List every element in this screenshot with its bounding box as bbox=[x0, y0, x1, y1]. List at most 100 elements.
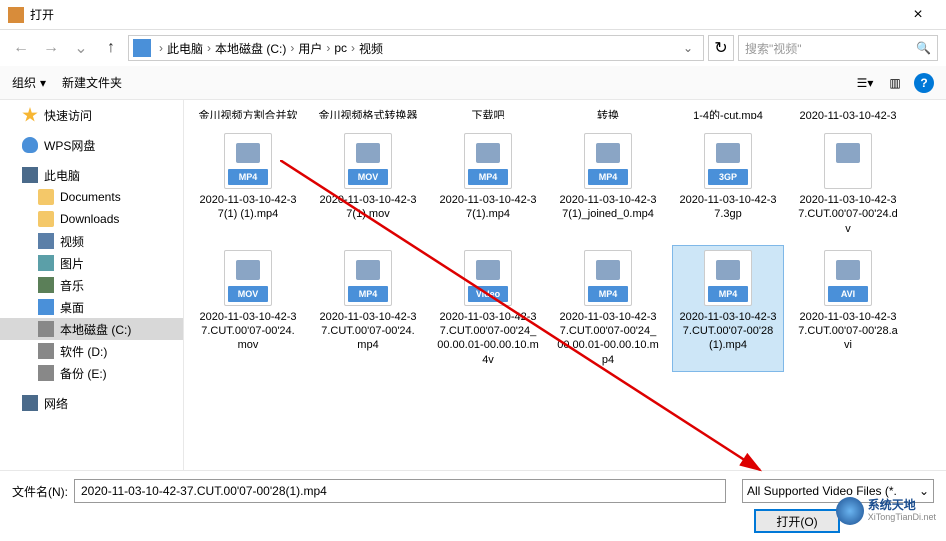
star-icon bbox=[22, 107, 38, 123]
file-name-label: 1-4的-cut.mp4 bbox=[677, 109, 779, 119]
breadcrumb-dropdown-icon[interactable]: ⌄ bbox=[677, 41, 699, 55]
breadcrumb-item[interactable]: pc bbox=[334, 41, 347, 55]
sidebar-item-label: 音乐 bbox=[60, 277, 84, 294]
desktop-icon bbox=[38, 299, 54, 315]
titlebar: 打开 × bbox=[0, 0, 946, 30]
file-item[interactable]: MP4 2020-11-03-10-42-37(1) (1).mp4 bbox=[192, 128, 304, 241]
breadcrumb-item[interactable]: 本地磁盘 (C:) bbox=[215, 40, 286, 57]
disk-icon bbox=[38, 343, 54, 359]
disk-icon bbox=[38, 321, 54, 337]
file-item[interactable]: 下载吧 bbox=[432, 104, 544, 124]
close-button[interactable]: × bbox=[898, 6, 938, 24]
view-options-button[interactable]: ☰▾ bbox=[854, 72, 876, 94]
sidebar-item-label: 视频 bbox=[60, 233, 84, 250]
file-item[interactable]: MP42020-11-03-10-42-37(1)_joined_0.mp4 bbox=[552, 128, 664, 241]
sidebar: 快速访问 WPS网盘此电脑DocumentsDownloads 视频图片音乐桌面本地… bbox=[0, 100, 184, 470]
organize-menu[interactable]: 组织 ▾ bbox=[12, 74, 46, 91]
filename-input[interactable] bbox=[74, 479, 726, 503]
sidebar-item[interactable]: 图片 bbox=[0, 252, 183, 274]
breadcrumb-item[interactable]: 此电脑 bbox=[167, 40, 203, 57]
file-icon: MP4 bbox=[220, 133, 276, 189]
sidebar-item[interactable]: 此电脑 bbox=[0, 164, 183, 186]
file-type-badge: Video bbox=[468, 286, 508, 302]
back-button[interactable]: ← bbox=[8, 35, 34, 61]
toolbar: 组织 ▾ 新建文件夹 ☰▾ ▥ ? bbox=[0, 66, 946, 100]
file-name-label: 2020-11-03-10-42-37.3gp bbox=[677, 193, 779, 222]
file-name-label: 转换 bbox=[557, 109, 659, 119]
file-item[interactable]: 转换 bbox=[552, 104, 664, 124]
sidebar-item[interactable]: 本地磁盘 (C:) bbox=[0, 318, 183, 340]
sidebar-item-label: 本地磁盘 (C:) bbox=[60, 321, 131, 338]
file-icon: Video bbox=[460, 250, 516, 306]
file-item[interactable]: 1-4的-cut.mp4 bbox=[672, 104, 784, 124]
search-input[interactable]: 搜索"视频" 🔍 bbox=[738, 35, 938, 61]
open-button[interactable]: 打开(O) bbox=[754, 509, 840, 533]
file-name-label: 2020-11-03-10-42-37.CUT.00'07-00'24_00.0… bbox=[557, 310, 659, 367]
sidebar-item[interactable]: 软件 (D:) bbox=[0, 340, 183, 362]
help-button[interactable]: ? bbox=[914, 73, 934, 93]
file-name-label: 2020-11-03-10-42-37(1) (1).avi bbox=[797, 109, 899, 119]
sidebar-item[interactable]: Downloads bbox=[0, 208, 183, 230]
search-icon[interactable]: 🔍 bbox=[916, 41, 931, 55]
file-name-label: 金川视频方割合并软件 bbox=[197, 109, 299, 119]
file-icon: 3GP bbox=[700, 133, 756, 189]
chevron-down-icon: ▾ bbox=[40, 76, 46, 90]
dropdown-history-button[interactable]: ⌄ bbox=[68, 35, 94, 61]
file-item[interactable]: MP42020-11-03-10-42-37.CUT.00'07-00'28(1… bbox=[672, 245, 784, 372]
file-item[interactable]: 金川视频格式转换器 bbox=[312, 104, 424, 124]
file-item[interactable]: 2020-11-03-10-42-37.CUT.00'07-00'24.dv bbox=[792, 128, 904, 241]
file-name-label: 2020-11-03-10-42-37.CUT.00'07-00'28.avi bbox=[797, 310, 899, 353]
file-type-badge: MP4 bbox=[588, 286, 628, 302]
file-name-label: 2020-11-03-10-42-37(1) (1).mp4 bbox=[197, 193, 299, 222]
video-icon bbox=[38, 233, 54, 249]
file-list: 金川视频方割合并软件 金川视频格式转换器下载吧 转换 1-4的-cut.mp4 2020… bbox=[184, 100, 946, 470]
file-name-label: 2020-11-03-10-42-37.CUT.00'07-00'24_00.0… bbox=[437, 310, 539, 367]
navigation-bar: ← → ⌄ ↑ › 此电脑 › 本地磁盘 (C:) › 用户 › pc › 视频… bbox=[0, 30, 946, 66]
preview-pane-button[interactable]: ▥ bbox=[884, 72, 906, 94]
up-button[interactable]: ↑ bbox=[98, 35, 124, 61]
sidebar-item-label: 网络 bbox=[44, 395, 68, 412]
file-item[interactable]: MP42020-11-03-10-42-37(1).mp4 bbox=[432, 128, 544, 241]
sidebar-item[interactable]: 备份 (E:) bbox=[0, 362, 183, 384]
sidebar-item[interactable]: 音乐 bbox=[0, 274, 183, 296]
file-icon: MP4 bbox=[340, 250, 396, 306]
sidebar-item[interactable]: 网络 bbox=[0, 392, 183, 414]
sidebar-item[interactable]: 视频 bbox=[0, 230, 183, 252]
file-item[interactable]: 2020-11-03-10-42-37(1) (1).avi bbox=[792, 104, 904, 124]
filename-label: 文件名(N): bbox=[12, 483, 68, 500]
file-item[interactable]: Video 2020-11-03-10-42-37.CUT.00'07-00'24… bbox=[432, 245, 544, 372]
breadcrumb[interactable]: › 此电脑 › 本地磁盘 (C:) › 用户 › pc › 视频 ⌄ bbox=[128, 35, 704, 61]
new-folder-button[interactable]: 新建文件夹 bbox=[62, 74, 122, 91]
sidebar-item[interactable]: 快速访问 bbox=[0, 104, 183, 126]
file-item[interactable]: 金川视频方割合并软件 bbox=[192, 104, 304, 124]
file-icon: MP4 bbox=[580, 250, 636, 306]
window-title: 打开 bbox=[30, 6, 898, 23]
file-item[interactable]: MP42020-11-03-10-42-37.CUT.00'07-00'24.m… bbox=[312, 245, 424, 372]
file-item[interactable]: MOV2020-11-03-10-42-37(1).mov bbox=[312, 128, 424, 241]
folder-icon bbox=[38, 189, 54, 205]
sidebar-item-label: 备份 (E:) bbox=[60, 365, 107, 382]
cloud-icon bbox=[22, 137, 38, 153]
file-item[interactable]: MOV2020-11-03-10-42-37.CUT.00'07-00'24.m… bbox=[192, 245, 304, 372]
file-item[interactable]: 3GP 2020-11-03-10-42-37.3gp bbox=[672, 128, 784, 241]
disk-icon bbox=[38, 365, 54, 381]
sidebar-item[interactable]: Documents bbox=[0, 186, 183, 208]
file-item[interactable]: AVI2020-11-03-10-42-37.CUT.00'07-00'28.a… bbox=[792, 245, 904, 372]
file-type-badge: MP4 bbox=[588, 169, 628, 185]
chevron-down-icon: ⌄ bbox=[919, 484, 929, 498]
refresh-button[interactable]: ↻ bbox=[708, 35, 734, 61]
sidebar-item[interactable]: WPS网盘 bbox=[0, 134, 183, 156]
breadcrumb-item[interactable]: 视频 bbox=[359, 40, 383, 57]
file-icon: AVI bbox=[820, 250, 876, 306]
file-type-badge: MP4 bbox=[228, 169, 268, 185]
watermark: 系统天地 XiTongTianDi.net bbox=[836, 497, 936, 525]
sidebar-item[interactable]: 桌面 bbox=[0, 296, 183, 318]
forward-button[interactable]: → bbox=[38, 35, 64, 61]
file-name-label: 2020-11-03-10-42-37.CUT.00'07-00'24.mov bbox=[197, 310, 299, 353]
pic-icon bbox=[38, 255, 54, 271]
folder-icon bbox=[38, 211, 54, 227]
sidebar-item-label: 快速访问 bbox=[44, 107, 92, 124]
music-icon bbox=[38, 277, 54, 293]
breadcrumb-item[interactable]: 用户 bbox=[298, 40, 322, 57]
file-item[interactable]: MP4 2020-11-03-10-42-37.CUT.00'07-00'24_0… bbox=[552, 245, 664, 372]
